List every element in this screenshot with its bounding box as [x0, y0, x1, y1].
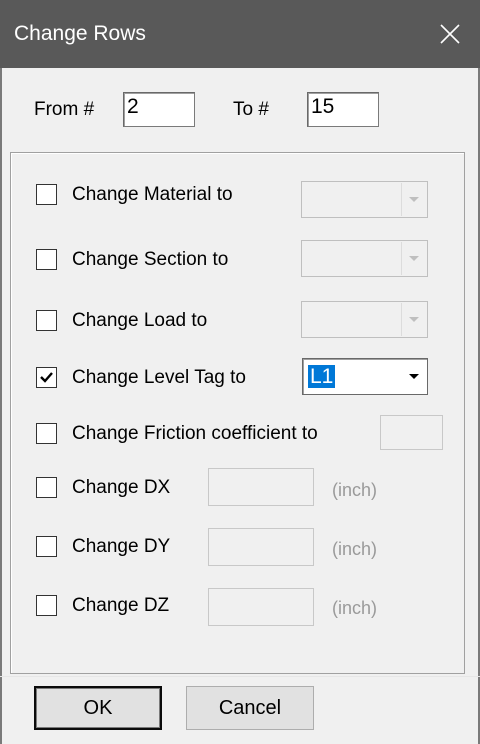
friction-label: Change Friction coefficient to	[72, 423, 318, 444]
level-tag-label: Change Level Tag to	[72, 367, 246, 388]
divider	[0, 676, 480, 677]
dropdown-arrow-icon	[409, 197, 419, 202]
material-combo	[301, 181, 428, 218]
to-label: To #	[233, 99, 269, 120]
title-bar: Change Rows	[0, 0, 480, 68]
cancel-button[interactable]: Cancel	[186, 686, 314, 730]
load-combo	[301, 301, 428, 338]
friction-input	[380, 415, 443, 450]
section-combo	[301, 240, 428, 277]
dz-checkbox[interactable]	[36, 595, 57, 616]
section-label: Change Section to	[72, 249, 229, 270]
level-tag-checkbox[interactable]	[36, 367, 57, 388]
dy-unit: (inch)	[332, 539, 378, 559]
window-title: Change Rows	[14, 22, 146, 45]
level-tag-selected-value: L1	[308, 365, 336, 388]
load-label: Change Load to	[72, 310, 208, 331]
dz-input	[208, 588, 314, 626]
dy-label: Change DY	[72, 536, 171, 557]
close-icon	[440, 24, 460, 44]
to-input[interactable]: 15	[307, 92, 379, 127]
dropdown-arrow-icon	[409, 317, 419, 322]
dx-label: Change DX	[72, 477, 171, 498]
from-input[interactable]: 2	[123, 92, 195, 127]
dx-checkbox[interactable]	[36, 477, 57, 498]
window-border-left	[0, 68, 2, 744]
dx-input	[208, 468, 314, 506]
dz-label: Change DZ	[72, 595, 170, 616]
material-label: Change Material to	[72, 184, 233, 205]
from-label: From #	[34, 99, 95, 120]
dy-checkbox[interactable]	[36, 536, 57, 557]
load-checkbox[interactable]	[36, 310, 57, 331]
dy-input	[208, 528, 314, 566]
checkmark-icon	[40, 372, 53, 383]
close-button[interactable]	[420, 0, 480, 68]
dx-unit: (inch)	[332, 480, 378, 500]
friction-checkbox[interactable]	[36, 423, 57, 444]
level-tag-combo[interactable]: L1	[302, 358, 428, 395]
section-checkbox[interactable]	[36, 249, 57, 270]
material-checkbox[interactable]	[36, 184, 57, 205]
dz-unit: (inch)	[332, 598, 378, 618]
ok-button[interactable]: OK	[34, 686, 162, 730]
dropdown-arrow-icon	[409, 256, 419, 261]
dropdown-arrow-icon	[409, 374, 419, 379]
